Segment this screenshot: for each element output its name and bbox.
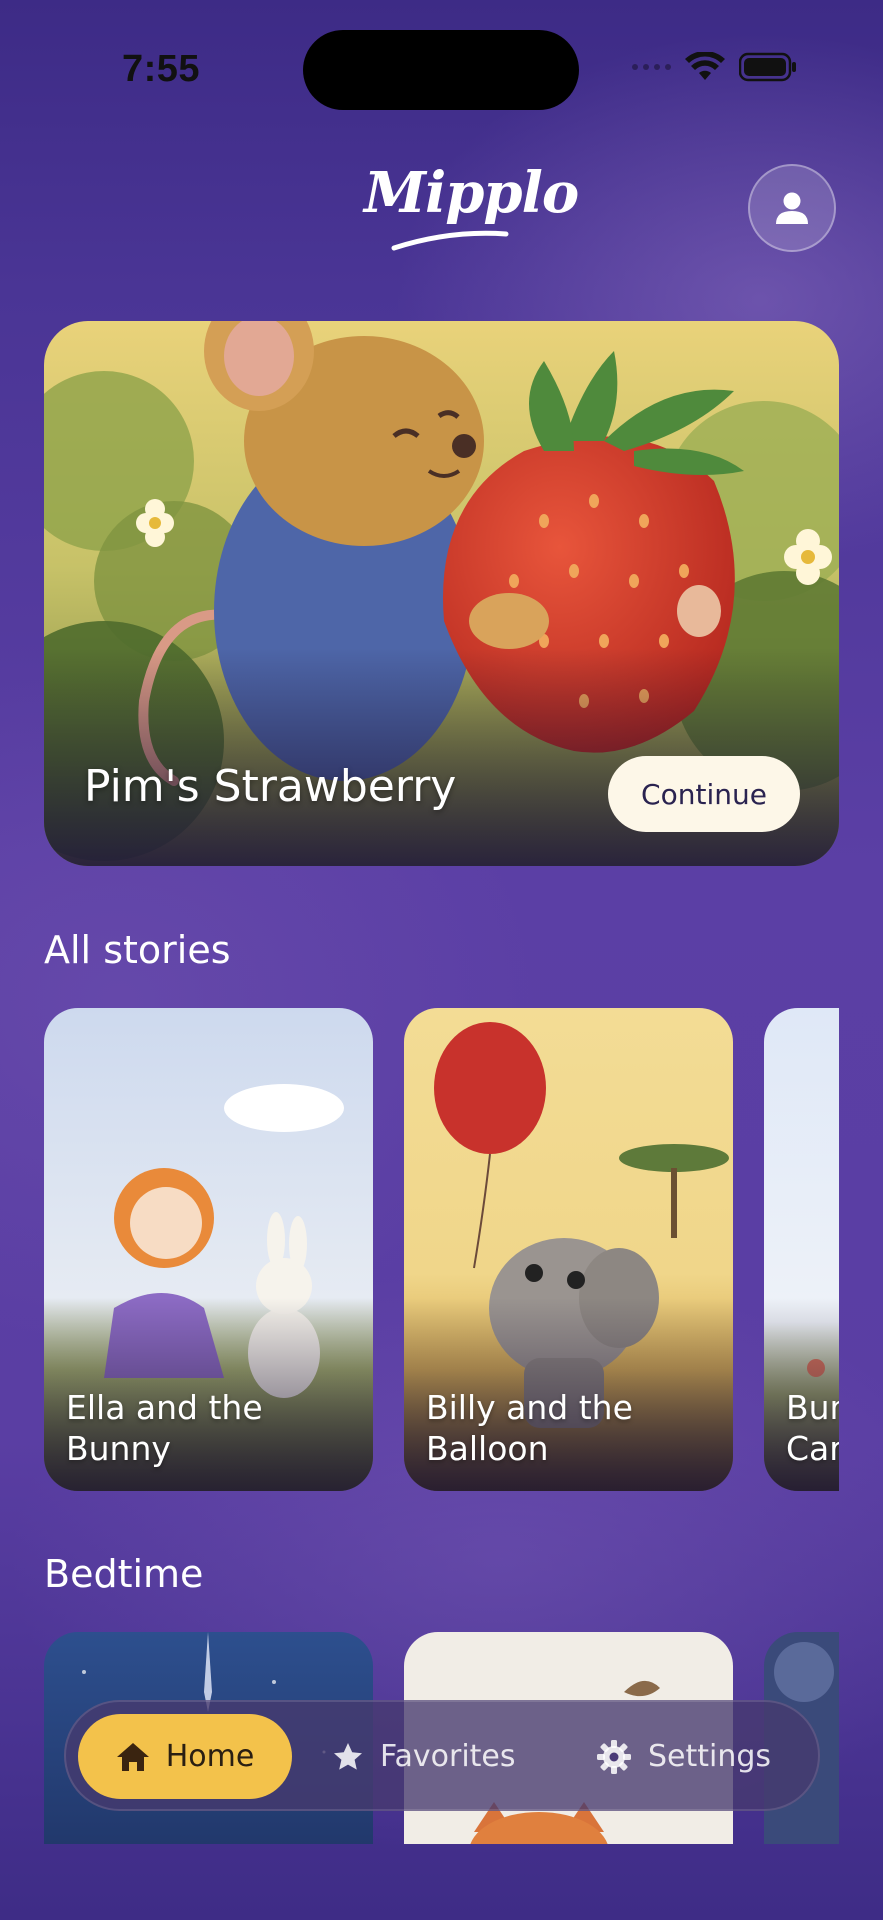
story-title: Bun Car <box>786 1388 839 1468</box>
status-time: 7:55 <box>122 48 201 90</box>
section-title-bedtime: Bedtime <box>44 1552 204 1596</box>
battery-icon <box>739 52 796 82</box>
status-icons <box>632 52 797 82</box>
cellular-signal-icon <box>632 64 671 70</box>
story-title: Ella and the Bunny <box>66 1388 263 1468</box>
nav-settings[interactable]: Settings <box>596 1714 771 1799</box>
star-icon <box>334 1742 362 1770</box>
app-logo: Mipplo <box>360 160 579 255</box>
logo-swoosh-icon <box>391 230 509 251</box>
featured-story-title: Pim's Strawberry <box>84 761 457 812</box>
continue-button[interactable]: Continue <box>608 756 800 832</box>
story-card-ella[interactable]: Ella and the Bunny <box>44 1008 373 1491</box>
section-title-all-stories: All stories <box>44 928 231 972</box>
story-card-bun[interactable]: Bun Car <box>764 1008 839 1491</box>
nav-favorites[interactable]: Favorites <box>332 1714 516 1799</box>
home-icon <box>116 1742 149 1771</box>
person-icon <box>776 192 808 224</box>
nav-home[interactable]: Home <box>78 1714 292 1799</box>
profile-button[interactable] <box>748 164 836 252</box>
logo-text: Mipplo <box>364 160 579 226</box>
nav-favorites-label: Favorites <box>380 1739 516 1774</box>
all-stories-carousel[interactable]: Ella and the Bunny Billy and the Balloon… <box>44 1008 839 1491</box>
dynamic-island <box>303 30 579 110</box>
featured-story-card[interactable]: Pim's Strawberry Continue <box>44 321 839 866</box>
wifi-icon <box>685 52 725 80</box>
gear-icon <box>597 1739 631 1774</box>
story-card-billy[interactable]: Billy and the Balloon <box>404 1008 733 1491</box>
nav-settings-label: Settings <box>648 1739 772 1774</box>
nav-home-label: Home <box>165 1739 255 1774</box>
story-title: Billy and the Balloon <box>426 1388 633 1468</box>
bottom-nav: Home Favorites Settings <box>64 1700 820 1811</box>
